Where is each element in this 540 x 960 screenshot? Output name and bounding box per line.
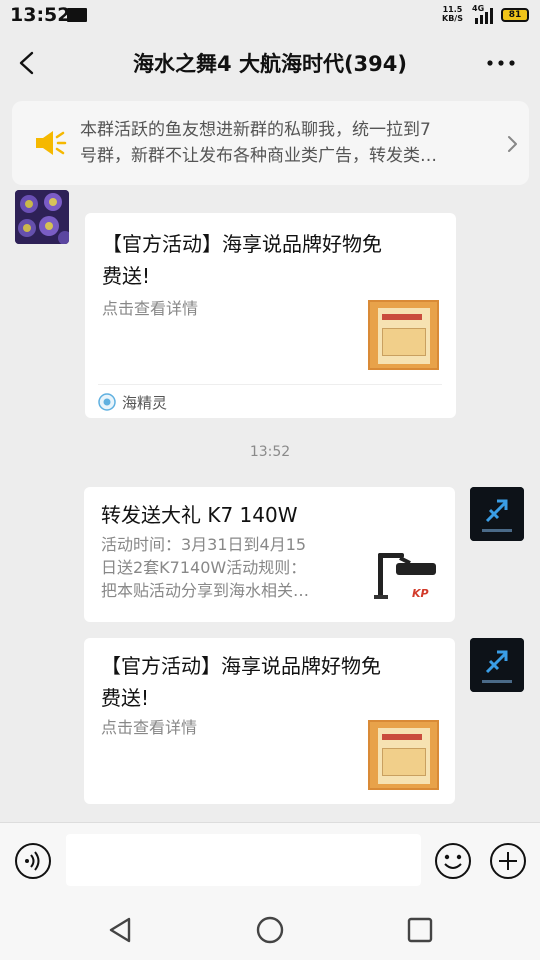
card-title: 【官方活动】海享说品牌好物免 费送! <box>101 650 441 714</box>
sd-card-icon <box>67 8 87 22</box>
battery-icon: 81 <box>501 8 529 22</box>
status-time: 13:52 <box>10 4 71 26</box>
card-desc: 活动时间：3月31日到4月15 日送2套K7140W活动规则： 把本贴活动分享到… <box>101 533 361 602</box>
svg-text:KP: KP <box>412 587 429 600</box>
system-nav-bar <box>0 898 540 960</box>
input-bar <box>0 822 540 898</box>
more-dots-icon[interactable] <box>486 58 516 68</box>
card-title: 转发送大礼 K7 140W <box>101 503 298 527</box>
chevron-right-icon <box>508 136 517 152</box>
sagittarius-avatar-image <box>470 487 524 541</box>
status-bar: 13:52 11.5 KB/S 4G 81 <box>0 0 540 32</box>
nav-home-icon[interactable] <box>255 915 285 945</box>
net-rate: 11.5 KB/S <box>442 5 463 23</box>
lamp-product-thumbnail: KP <box>370 545 442 605</box>
notice-line-2: 号群，新群不让发布各种商业类广告，转发类… <box>80 146 437 166</box>
message-timestamp: 13:52 <box>249 444 291 460</box>
card-source-name: 海精灵 <box>122 394 168 412</box>
card-desc: 点击查看详情 <box>102 299 199 318</box>
signal-icon <box>475 8 493 24</box>
card-source: 海精灵 <box>98 384 442 419</box>
card-desc-line-1: 活动时间：3月31日到4月15 <box>101 535 307 554</box>
voice-icon[interactable] <box>14 842 52 880</box>
group-notice[interactable]: 本群活跃的鱼友想进新群的私聊我，统一拉到7 号群，新群不让发布各种商业类广告，转… <box>12 101 529 185</box>
card-desc: 点击查看详情 <box>101 718 198 737</box>
nav-back-icon[interactable] <box>105 915 135 945</box>
net-rate-unit: KB/S <box>442 14 463 23</box>
net-rate-value: 11.5 <box>442 5 463 14</box>
nav-recents-icon[interactable] <box>405 915 435 945</box>
message-input[interactable] <box>66 834 421 886</box>
coral-avatar-image <box>15 190 69 244</box>
message-card[interactable]: 【官方活动】海享说品牌好物免 费送! 点击查看详情 海精灵 <box>85 213 456 418</box>
mini-program-icon <box>98 393 116 411</box>
card-title-line-2: 费送! <box>101 686 150 710</box>
card-title-line-2: 费送! <box>102 264 151 288</box>
notice-line-1: 本群活跃的鱼友想进新群的私聊我，统一拉到7 <box>80 120 431 140</box>
card-desc-line-2: 日送2套K7140W活动规则： <box>101 558 307 577</box>
sagittarius-avatar-image <box>470 638 524 692</box>
sender-avatar[interactable] <box>15 190 69 244</box>
card-title-line-1: 【官方活动】海享说品牌好物免 <box>101 654 381 678</box>
message-card[interactable]: 转发送大礼 K7 140W 活动时间：3月31日到4月15 日送2套K7140W… <box>84 487 455 622</box>
speaker-icon <box>36 131 67 155</box>
chat-header: 海水之舞4 大航海时代(394) <box>0 32 540 94</box>
emoji-icon[interactable] <box>434 842 472 880</box>
my-avatar[interactable] <box>470 487 524 541</box>
chat-title: 海水之舞4 大航海时代(394) <box>133 52 407 76</box>
card-thumbnail <box>368 300 439 370</box>
card-thumbnail <box>368 720 439 790</box>
notice-text: 本群活跃的鱼友想进新群的私聊我，统一拉到7 号群，新群不让发布各种商业类广告，转… <box>80 117 480 169</box>
message-card[interactable]: 【官方活动】海享说品牌好物免 费送! 点击查看详情 <box>84 638 455 804</box>
card-title-line-1: 【官方活动】海享说品牌好物免 <box>102 232 382 256</box>
card-desc-line-3: 把本贴活动分享到海水相关… <box>101 581 310 600</box>
my-avatar[interactable] <box>470 638 524 692</box>
card-title: 【官方活动】海享说品牌好物免 费送! <box>102 228 442 292</box>
plus-icon[interactable] <box>489 842 527 880</box>
